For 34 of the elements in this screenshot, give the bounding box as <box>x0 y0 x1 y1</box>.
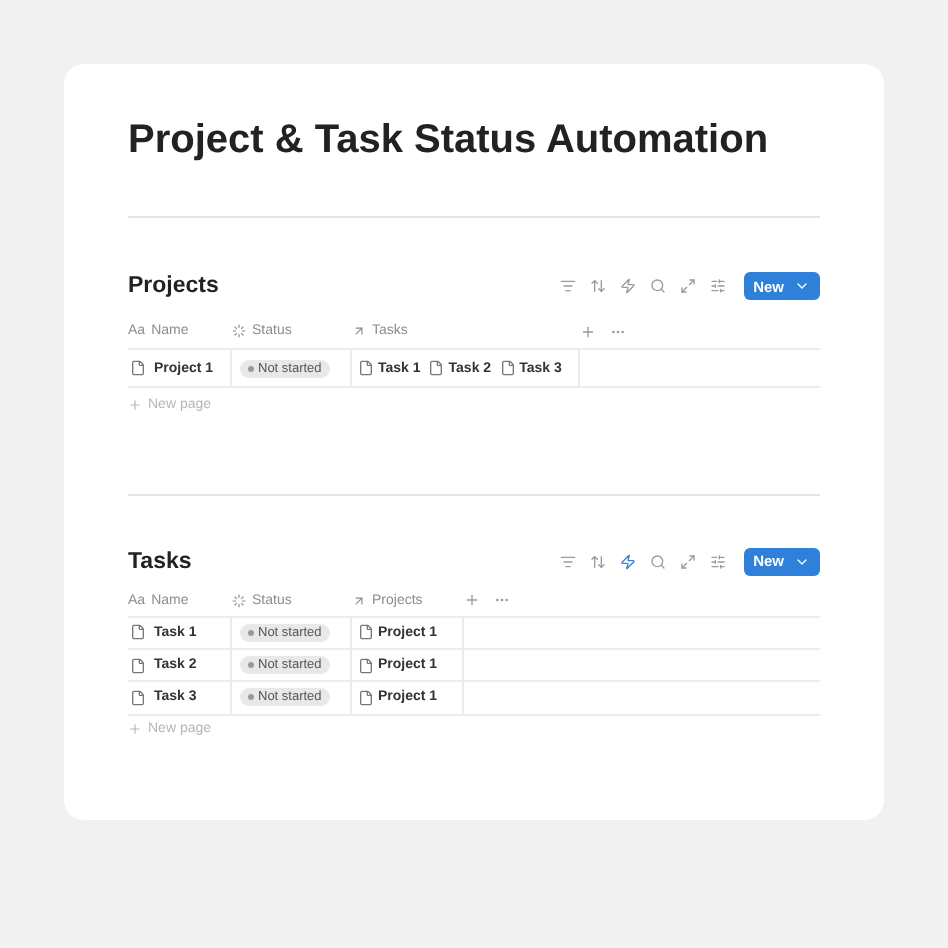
expand-icon[interactable] <box>679 278 696 294</box>
lightning-icon[interactable] <box>619 553 636 570</box>
page-icon <box>130 657 146 673</box>
sort-icon[interactable] <box>589 553 606 570</box>
settings-icon[interactable] <box>709 553 726 570</box>
search-icon[interactable] <box>649 553 666 570</box>
expand-icon[interactable] <box>679 553 696 570</box>
page-icon <box>358 689 374 706</box>
search-icon[interactable] <box>649 278 666 294</box>
filter-icon[interactable] <box>559 553 576 570</box>
settings-icon[interactable] <box>709 278 726 294</box>
arrow-icon <box>352 593 366 608</box>
database-title: Projects <box>128 274 221 298</box>
page-icon <box>130 360 146 376</box>
lightning-icon[interactable] <box>619 278 636 294</box>
sort-icon[interactable] <box>589 278 606 294</box>
arrow-icon <box>352 324 366 338</box>
status-icon <box>232 593 246 608</box>
plus-icon <box>128 722 142 737</box>
page-icon <box>499 360 516 376</box>
page-icon <box>130 689 146 706</box>
filter-icon[interactable] <box>559 278 576 294</box>
page-icon <box>358 657 374 673</box>
add-column-icon[interactable] <box>464 592 480 609</box>
page-icon <box>358 624 374 641</box>
page-icon <box>358 360 374 376</box>
page-icon <box>130 624 146 641</box>
status-icon <box>232 324 246 338</box>
add-column-icon[interactable] <box>580 323 596 339</box>
chevron-icon <box>794 278 810 294</box>
page-icon <box>428 360 445 376</box>
plus-icon <box>128 398 142 412</box>
database-title: Tasks <box>128 549 194 574</box>
page-title: Project & Task Status Automation <box>128 116 769 166</box>
